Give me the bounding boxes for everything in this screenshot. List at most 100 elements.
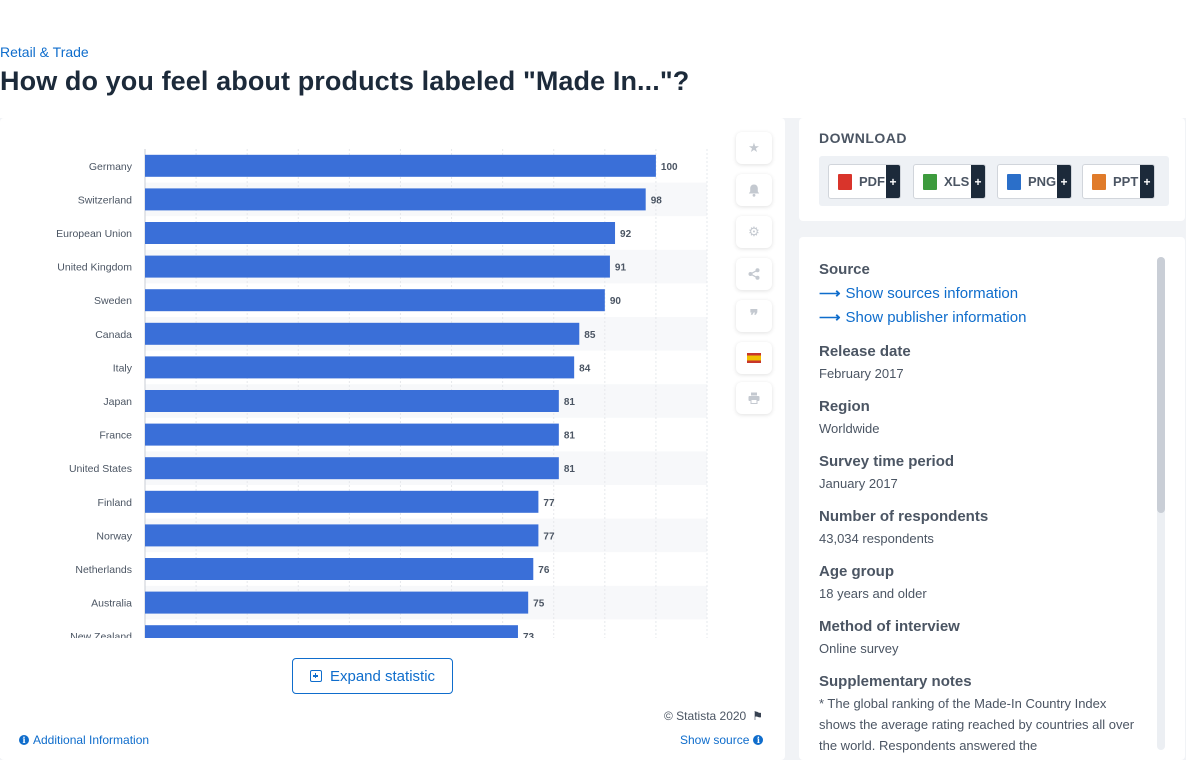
category-label: Australia [91,598,132,610]
supplementary-notes-text: * The global ranking of the Made-In Coun… [819,696,1135,753]
data-label: 91 [615,263,627,274]
bar [145,188,646,211]
download-pdf-button[interactable]: PDF + [828,164,901,199]
bar [145,490,539,513]
category-label: Finland [98,497,133,509]
bar [145,356,575,379]
bell-icon [748,184,760,197]
statistic-details-panel: Source ⟶ Show sources information ⟶ Show… [799,237,1185,760]
data-label: 85 [584,330,596,341]
bar [145,457,559,480]
share-icon [748,268,760,280]
data-label: 81 [564,464,576,475]
notification-button[interactable] [736,174,772,206]
bar [145,322,580,345]
download-pdf-label: PDF [859,174,885,189]
xls-file-icon [923,173,937,190]
data-label: 76 [538,565,550,576]
ppt-file-icon [1092,173,1106,190]
quote-icon: ❞ [749,308,759,325]
interview-method-value: Online survey [819,641,899,656]
scrollbar-thumb[interactable] [1157,257,1165,513]
category-label: Norway [96,530,132,542]
copyright: © Statista 2020 ⚑ [664,709,763,723]
bar [145,591,529,614]
age-group-label: Age group [819,563,894,580]
info-icon: i [753,735,764,745]
chart-fade-overlay [0,703,740,758]
category-label: France [99,430,132,442]
bar [145,222,616,244]
data-label: 77 [543,498,555,509]
breadcrumb[interactable]: Retail & Trade [0,44,89,60]
print-button[interactable] [736,382,772,414]
category-label: Switzerland [78,194,132,206]
data-label: 100 [661,162,678,173]
show-publisher-link[interactable]: ⟶ Show publisher information [819,308,1027,327]
data-label: 81 [564,431,576,442]
favorite-button[interactable]: ★ [736,132,772,164]
region-label: Region [819,398,870,415]
details-scrollbar[interactable] [1157,257,1165,750]
plus-icon: + [1057,165,1071,198]
bar [145,423,559,446]
download-png-label: PNG [1028,174,1057,189]
png-file-icon [1007,173,1021,190]
download-panel: DOWNLOAD PDF + XLS + PNG + PPT + [799,118,1185,221]
pdf-file-icon [838,173,852,190]
bar [145,255,610,278]
category-label: Germany [89,161,133,173]
expand-statistic-button[interactable]: Expand statistic [292,658,453,694]
release-date-value: February 2017 [819,366,904,381]
category-label: European Union [56,228,132,240]
category-label: United Kingdom [57,262,132,274]
survey-period-value: January 2017 [819,476,898,491]
category-label: United States [69,463,132,475]
arrow-right-icon: ⟶ [819,309,841,326]
data-label: 90 [610,296,622,307]
share-button[interactable] [736,258,772,290]
category-label: Japan [103,396,132,408]
interview-method-label: Method of interview [819,618,960,635]
bar [145,390,559,412]
page-title: How do you feel about products labeled "… [0,66,690,96]
arrow-right-icon: ⟶ [819,285,841,302]
star-icon: ★ [748,140,760,155]
show-source-link[interactable]: Show source i [680,733,764,747]
category-label: New Zealand [70,631,132,638]
category-label: Sweden [94,295,132,307]
category-label: Italy [113,362,133,374]
print-icon [748,392,760,404]
survey-period-label: Survey time period [819,453,955,470]
bar [145,289,605,312]
plus-icon: + [971,165,985,198]
data-label: 98 [651,195,663,206]
show-publisher-label: Show publisher information [845,308,1027,326]
plus-icon: + [1140,165,1154,198]
show-sources-label: Show sources information [845,284,1019,302]
download-xls-button[interactable]: XLS + [913,164,986,199]
expand-statistic-label: Expand statistic [329,667,436,685]
supplementary-notes-label: Supplementary notes [819,673,972,690]
bar-chart: Germany 100 Switzerland 98 European Union 92 U… [56,149,708,638]
copyright-text: © Statista 2020 [664,709,747,723]
language-button[interactable] [736,342,772,374]
release-date-label: Release date [819,343,911,360]
settings-button[interactable]: ⚙ [736,216,772,248]
cite-button[interactable]: ❞ [736,300,772,332]
show-sources-link[interactable]: ⟶ Show sources information [819,284,1019,303]
age-group-value: 18 years and older [819,586,927,601]
data-label: 84 [579,363,591,374]
download-png-button[interactable]: PNG + [997,164,1072,199]
respondents-value: 43,034 respondents [819,531,934,546]
bar [145,524,539,547]
additional-information-link[interactable]: i Additional Information [19,733,149,747]
download-title: DOWNLOAD [819,130,907,146]
data-label: 77 [543,531,555,542]
bar [145,154,656,177]
report-flag-icon[interactable]: ⚑ [752,709,763,723]
download-ppt-button[interactable]: PPT + [1082,164,1155,199]
show-source-label: Show source [680,733,750,747]
gear-icon: ⚙ [748,224,760,239]
info-icon: i [19,735,29,745]
